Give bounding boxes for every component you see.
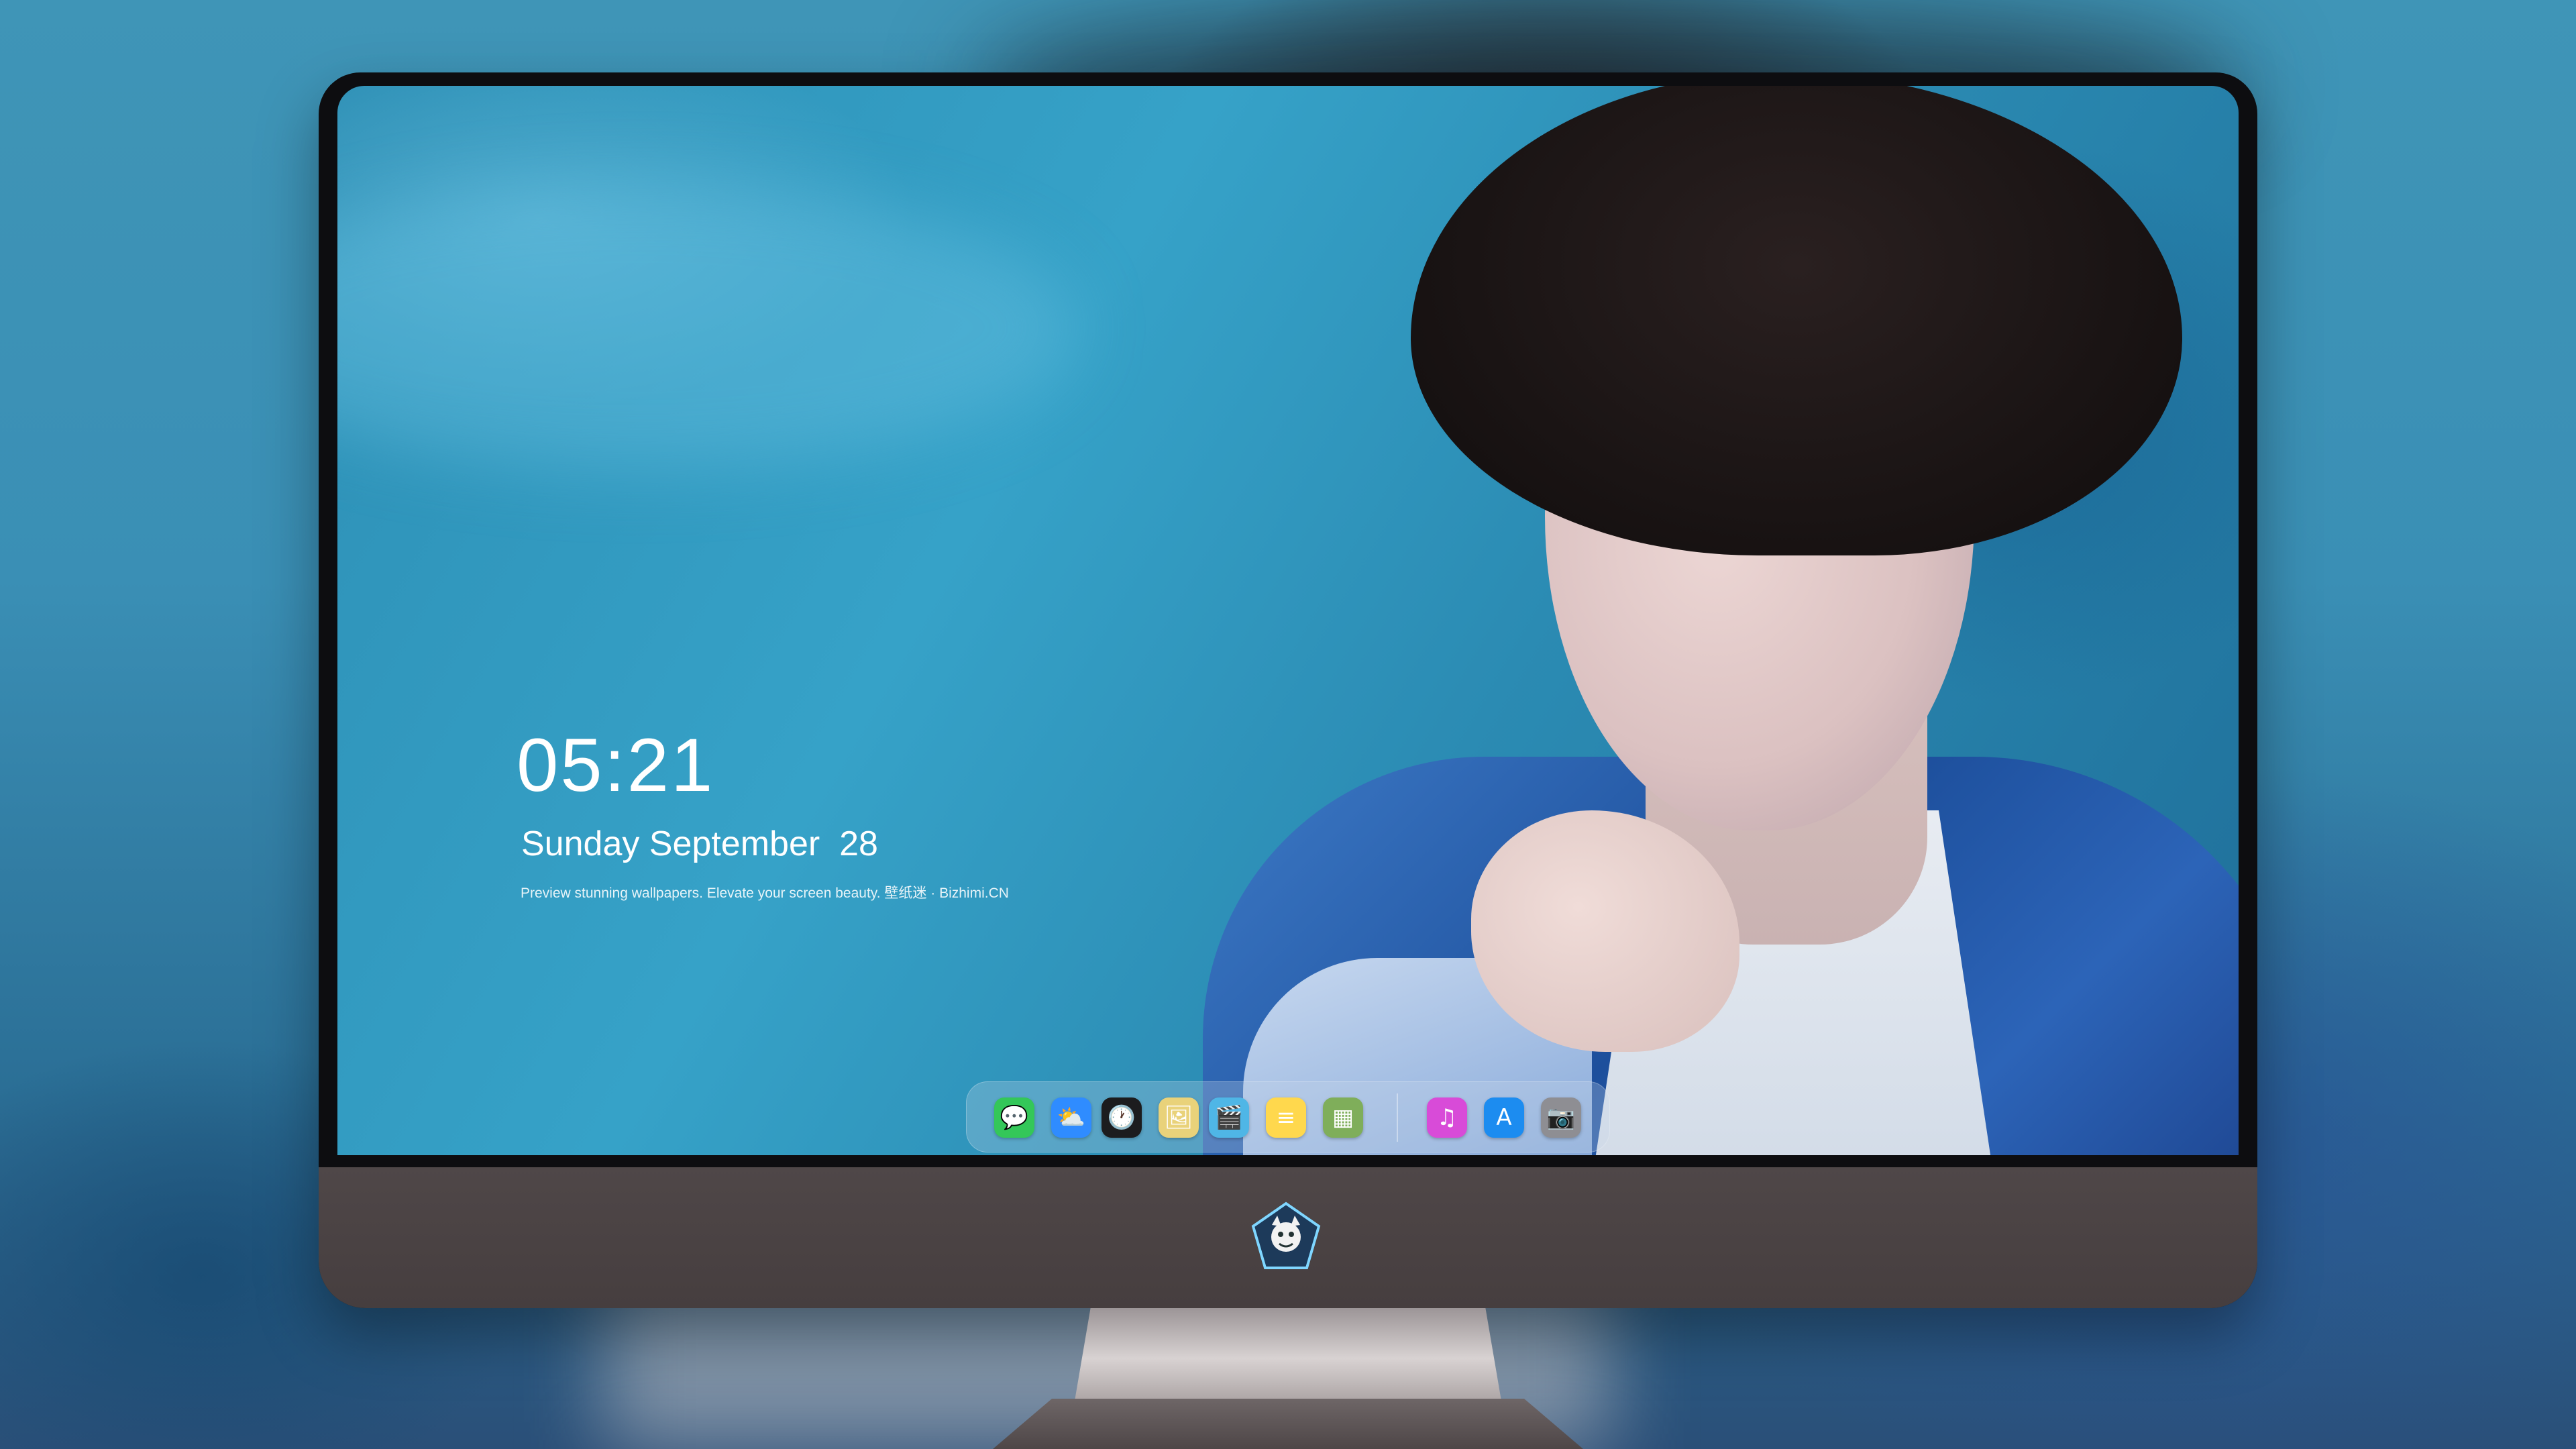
wallpaper-hair (1411, 86, 2182, 555)
monitor-stand (1073, 1308, 1503, 1409)
weather-icon[interactable]: ⛅ (1051, 1097, 1091, 1138)
dock-separator (1397, 1093, 1398, 1142)
clapperboard-icon[interactable]: 🎬 (1209, 1097, 1249, 1138)
brand-logo-icon (1249, 1201, 1323, 1275)
preview-icon[interactable]: 🖼 (1159, 1097, 1199, 1138)
messages-icon[interactable]: 💬 (994, 1097, 1034, 1138)
lock-date: Sunday September 28 (521, 824, 878, 863)
clock-icon[interactable]: 🕐 (1102, 1097, 1142, 1138)
camera-icon[interactable]: 📷 (1541, 1097, 1581, 1138)
music-icon[interactable]: ♫ (1427, 1097, 1467, 1138)
promo-text: Preview stunning wallpapers. Elevate you… (521, 885, 1009, 901)
desktop-background: 05:21 Sunday September 28 Preview stunni… (0, 0, 2576, 1449)
lock-clock: 05:21 (517, 723, 715, 807)
app-store-icon[interactable]: A (1484, 1097, 1524, 1138)
monitor-stand-base (993, 1399, 1583, 1449)
lock-screen[interactable] (337, 86, 2239, 1155)
gallery-icon[interactable]: ▦ (1323, 1097, 1363, 1138)
wallpaper-wave (337, 186, 1075, 468)
notes-icon[interactable]: ≡ (1266, 1097, 1306, 1138)
